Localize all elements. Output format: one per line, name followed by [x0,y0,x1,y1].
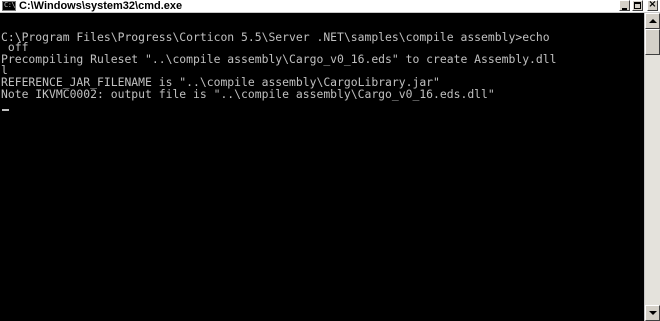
text-cursor [2,109,9,111]
maximize-icon [634,2,641,9]
scroll-down-button[interactable] [645,305,660,321]
console-line: Note IKVMC0002: output file is "..\compi… [1,87,495,101]
minimize-button[interactable] [619,0,630,11]
minimize-icon [622,8,627,10]
scroll-up-arrow-icon [649,19,657,23]
console-line: C:\Program Files\Progress\Corticon 5.5\S… [1,30,550,44]
scroll-thumb[interactable] [645,29,660,55]
title-bar[interactable]: C:\ C:\Windows\system32\cmd.exe × [0,0,660,13]
console-output-area[interactable]: C:\Program Files\Progress\Corticon 5.5\S… [0,13,644,321]
scroll-up-button[interactable] [645,13,660,29]
cmd-window: C:\ C:\Windows\system32\cmd.exe × C:\Pro… [0,0,660,321]
maximize-button[interactable] [632,0,643,11]
close-button[interactable]: × [647,0,658,11]
close-icon: × [648,0,657,10]
vertical-scrollbar[interactable] [644,13,660,321]
cmd-console-icon[interactable]: C:\ [2,1,16,11]
scroll-down-arrow-icon [649,311,657,315]
window-title: C:\Windows\system32\cmd.exe [19,0,183,12]
console-line: Precompiling Ruleset "..\compile assembl… [1,52,557,66]
cmd-icon-glyph: C:\ [4,1,16,9]
